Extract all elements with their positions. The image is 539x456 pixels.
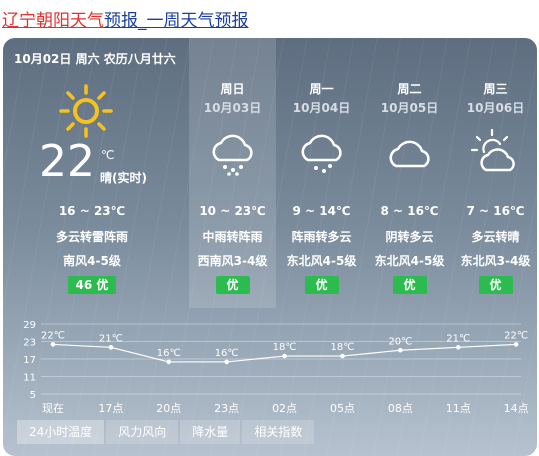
data-point <box>108 345 114 350</box>
day-date: 10月04日 <box>292 101 351 115</box>
y-tick-label: 17 <box>23 355 36 366</box>
x-tick-label: 现在 <box>42 402 64 415</box>
day-date: 10月06日 <box>466 101 525 115</box>
hourly-temperature-chart: 29 23 17 11 5 22℃ 现在 21℃ 17点 16℃ 20点 16℃ 23点 18℃ 02点 18… <box>3 310 537 420</box>
cloud-rain-icon <box>212 134 253 176</box>
day-aqi-badge[interactable]: 优 <box>215 276 250 294</box>
page-title[interactable]: 辽宁朝阳天气预报_一周天气预报 <box>2 6 249 31</box>
day-aqi-badge[interactable]: 优 <box>478 276 513 294</box>
day-condition: 阴转多云 <box>385 230 434 244</box>
day-aqi-badge[interactable]: 优 <box>392 276 427 294</box>
temperature-chart-svg: 29 23 17 11 5 22℃ 现在 21℃ 17点 16℃ 20点 16℃ 23点 18℃ 02点 18… <box>23 320 529 415</box>
tab-24h-temperature[interactable]: 24小时温度 <box>17 420 105 444</box>
data-point <box>224 359 229 365</box>
today-panel: 10月02日 周六 农历八月廿六 22 ℃ 晴(实时) 16 ~ 23℃ 多云转… <box>3 38 181 308</box>
x-tick-label: 02点 <box>272 402 297 415</box>
today-temp-range: 16 ~ 23℃ <box>58 204 126 218</box>
x-tick-label: 23点 <box>214 402 239 415</box>
cloud-icon <box>389 140 430 168</box>
location-link[interactable]: 辽宁朝阳天气 <box>2 11 104 31</box>
cloud-rain-icon <box>301 134 342 173</box>
y-tick-label: 23 <box>23 338 36 349</box>
weather-card: 10月02日 周六 农历八月廿六 22 ℃ 晴(实时) 16 ~ 23℃ 多云转… <box>3 38 537 456</box>
day-temp-range: 8 ~ 16℃ <box>380 204 439 218</box>
day-weekday: 周一 <box>309 82 334 96</box>
y-tick-label: 5 <box>30 390 36 401</box>
data-point <box>340 353 345 359</box>
today-wind: 南风4-5级 <box>63 254 121 268</box>
day-condition: 中雨转阵雨 <box>202 230 263 244</box>
tab-indices[interactable]: 相关指数 <box>242 420 315 444</box>
forecast-day-1[interactable]: 周日 10月03日 10 ~ 23℃ 中雨转阵雨 西南风3-4级 优 <box>189 38 276 308</box>
partly-cloudy-icon <box>470 128 515 172</box>
current-condition: 晴(实时) <box>100 171 147 185</box>
data-point <box>513 342 519 347</box>
day-wind: 东北风3-4级 <box>460 254 531 268</box>
tab-wind[interactable]: 风力风向 <box>106 420 179 444</box>
data-point <box>166 359 172 365</box>
x-tick-label: 20点 <box>156 402 181 415</box>
day-wind: 东北风4-5级 <box>374 254 445 268</box>
data-label: 20℃ <box>388 336 412 347</box>
today-condition: 多云转雷阵雨 <box>55 230 128 244</box>
data-label: 18℃ <box>330 342 354 353</box>
x-tick-label: 17点 <box>98 402 123 415</box>
forecast-title-link[interactable]: 预报_一周天气预报 <box>104 11 249 31</box>
day-condition: 多云转晴 <box>471 230 520 244</box>
y-tick-label: 11 <box>23 373 36 384</box>
day-weekday: 周日 <box>220 82 245 96</box>
data-label: 22℃ <box>504 330 528 341</box>
day-temp-range: 10 ~ 23℃ <box>199 204 266 218</box>
day-weekday: 周三 <box>483 82 508 96</box>
day-weekday: 周二 <box>397 82 422 96</box>
day-date: 10月05日 <box>380 101 439 115</box>
day-aqi-badge[interactable]: 优 <box>304 276 339 294</box>
forecast-day-2[interactable]: 周一 10月04日 9 ~ 14℃ 阵雨转多云 东北风4-5级 优 <box>278 38 365 308</box>
x-tick-label: 08点 <box>388 402 413 415</box>
day-temp-range: 9 ~ 14℃ <box>292 204 351 218</box>
data-label: 16℃ <box>215 348 239 359</box>
data-label: 16℃ <box>157 348 181 359</box>
data-point <box>398 347 403 353</box>
data-point <box>282 353 287 359</box>
data-label: 22℃ <box>41 330 65 341</box>
sun-icon <box>59 84 113 138</box>
day-wind: 东北风4-5级 <box>286 254 357 268</box>
current-temperature: 22 <box>39 136 95 187</box>
day-date: 10月03日 <box>203 101 262 115</box>
forecast-day-4[interactable]: 周三 10月06日 7 ~ 16℃ 多云转晴 东北风3-4级 优 <box>454 38 537 308</box>
today-aqi-badge[interactable]: 46 优 <box>68 276 116 294</box>
x-tick-label: 05点 <box>330 402 355 415</box>
today-date: 10月02日 周六 农历八月廿六 <box>14 52 176 66</box>
forecast-day-3[interactable]: 周二 10月05日 8 ~ 16℃ 阴转多云 东北风4-5级 优 <box>366 38 453 308</box>
y-tick-label: 29 <box>23 320 36 331</box>
tab-precipitation[interactable]: 降水量 <box>180 420 241 444</box>
data-label: 18℃ <box>273 342 297 353</box>
data-point <box>455 345 461 350</box>
x-tick-label: 14点 <box>504 402 529 415</box>
day-wind: 西南风3-4级 <box>197 254 268 268</box>
temperature-unit: ℃ <box>101 148 115 162</box>
day-condition: 阵雨转多云 <box>291 230 352 244</box>
data-point <box>50 342 56 347</box>
data-label: 21℃ <box>446 333 470 344</box>
day-temp-range: 7 ~ 16℃ <box>466 204 525 218</box>
data-label: 21℃ <box>99 333 123 344</box>
chart-tabs: 24小时温度 风力风向 降水量 相关指数 <box>17 420 316 444</box>
x-tick-label: 11点 <box>446 402 471 415</box>
